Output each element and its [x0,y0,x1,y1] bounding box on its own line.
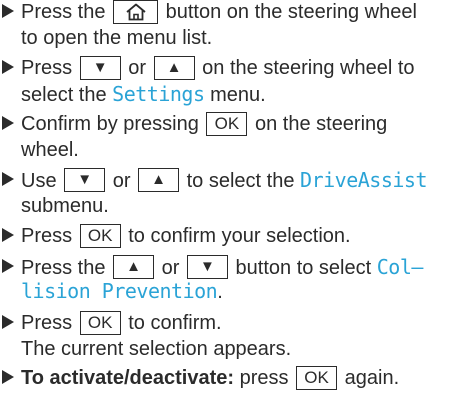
step-line: Press OK to confirm. [21,311,222,335]
step-text: wheel. [21,139,79,161]
step-line: wheel. [21,138,79,162]
down-arrow-key: ▼ [79,56,121,80]
step-text: select the [21,84,107,106]
step-text: Use [21,170,57,192]
step-line: To activate/deactivate: press OK again. [21,366,399,390]
step-text: again. [344,367,400,389]
step-bullet-icon [2,116,14,130]
step-text: to select the [186,170,295,192]
step-bullet-icon [2,370,14,384]
up-arrow-key: ▲ [113,255,155,279]
step-line: Press OK to confirm your selection. [21,224,351,248]
up-arrow-key: ▲ [138,168,180,192]
home-button-key [113,0,159,24]
step-bullet-icon [2,228,14,242]
step-text: Press [21,57,73,79]
step-bullet-icon [2,60,14,74]
step-text: or [112,170,131,192]
step-bullet-icon [2,4,14,18]
step-text: The current selection appears. [21,338,292,360]
step-text: Press [21,312,73,334]
display-function-name: Col– [376,255,424,279]
up-arrow-key: ▲ [153,56,195,80]
ok-key: OK [79,224,121,248]
step-bullet-icon [2,172,14,186]
step-text: press [239,367,289,389]
step-line: submenu. [21,194,109,218]
step-bullet-icon [2,259,14,273]
step-line: Confirm by pressing OK on the steering [21,112,387,136]
step-line: Use ▼ or ▲ to select the DriveAssist [21,168,427,193]
step-text: Press [21,225,73,247]
instruction-page: Press the button on the steering wheel t… [0,0,463,399]
home-icon [126,3,146,21]
step-line: lision Prevention. [21,279,223,304]
display-submenu-name: DriveAssist [300,168,427,192]
step-line: Press the button on the steering wheel [21,0,417,24]
ok-key: OK [206,112,248,136]
ok-key: OK [79,311,121,335]
down-arrow-key: ▼ [186,255,228,279]
step-text: to open the menu list. [21,27,213,49]
step-line: The current selection appears. [21,337,291,361]
step-text: or [161,257,180,279]
step-text: or [128,57,147,79]
step-line: Press ▼ or ▲ on the steering wheel to [21,56,415,80]
display-function-name: lision Prevention [21,279,218,303]
step-text: to confirm your selection. [128,225,351,247]
step-text: submenu. [21,195,109,217]
step-text: . [217,281,223,303]
step-text: on the steering wheel to [202,57,415,79]
step-text: menu. [210,84,266,106]
step-bold-text: To activate/deactivate: [21,367,235,389]
step-line: select the Settings menu. [21,82,266,107]
step-text: Press the [21,1,106,23]
step-line: to open the menu list. [21,26,212,50]
step-text: button on the steering wheel [165,1,417,23]
step-text: button to select [235,257,372,279]
step-bullet-icon [2,315,14,329]
step-text: on the steering [254,113,388,135]
step-text: Press the [21,257,106,279]
step-text: to confirm. [128,312,222,334]
step-text: Confirm by pressing [21,113,199,135]
ok-key: OK [296,366,338,390]
display-menu-name: Settings [112,82,205,106]
step-line: Press the ▲ or ▼ button to select Col– [21,255,423,280]
down-arrow-key: ▼ [64,168,106,192]
